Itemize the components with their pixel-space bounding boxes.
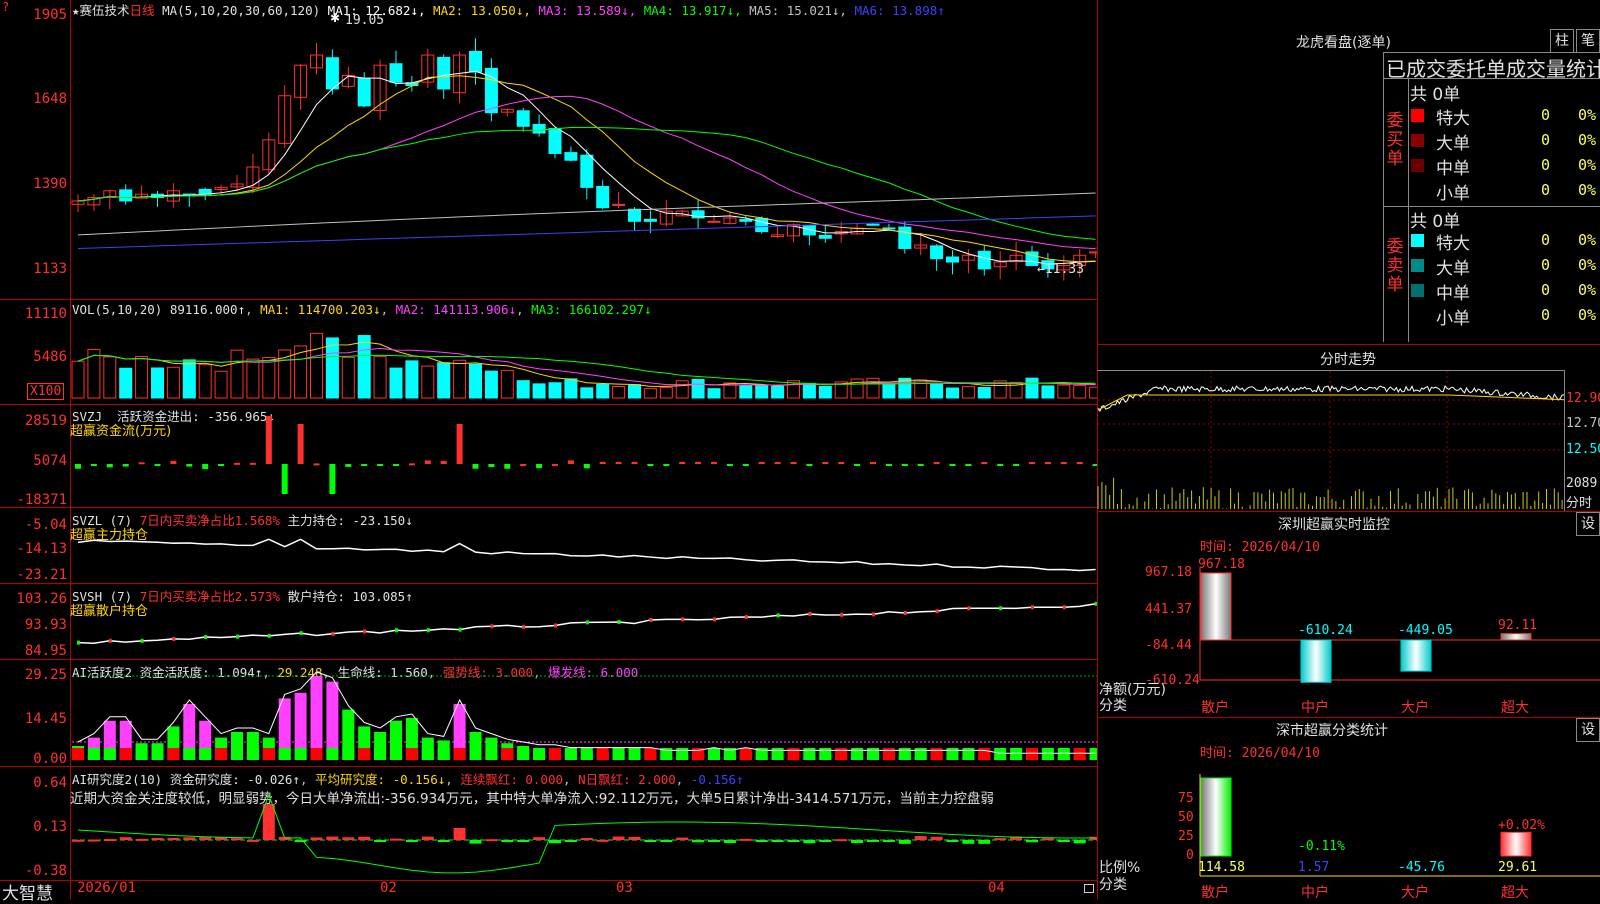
sz-class-category: 中户 xyxy=(1301,885,1329,901)
sz-class-category: 大户 xyxy=(1401,885,1429,901)
sz-class-value: 114.58 xyxy=(1198,860,1245,875)
sz-class-value: -45.76 xyxy=(1398,860,1445,875)
sz-class-pct-label: -0.11% xyxy=(1298,839,1345,854)
sz-class-category: 超大 xyxy=(1501,885,1529,901)
sz-class-bar xyxy=(1500,831,1532,857)
sz-class-value: 1.57 xyxy=(1298,860,1330,875)
sz-class-bar xyxy=(1200,777,1232,857)
sz-class-category: 散户 xyxy=(1201,885,1229,901)
sz-class-chart[interactable] xyxy=(0,0,1600,900)
sz-class-value: 29.61 xyxy=(1498,860,1538,875)
sz-class-pct-label: +0.02% xyxy=(1498,818,1545,833)
